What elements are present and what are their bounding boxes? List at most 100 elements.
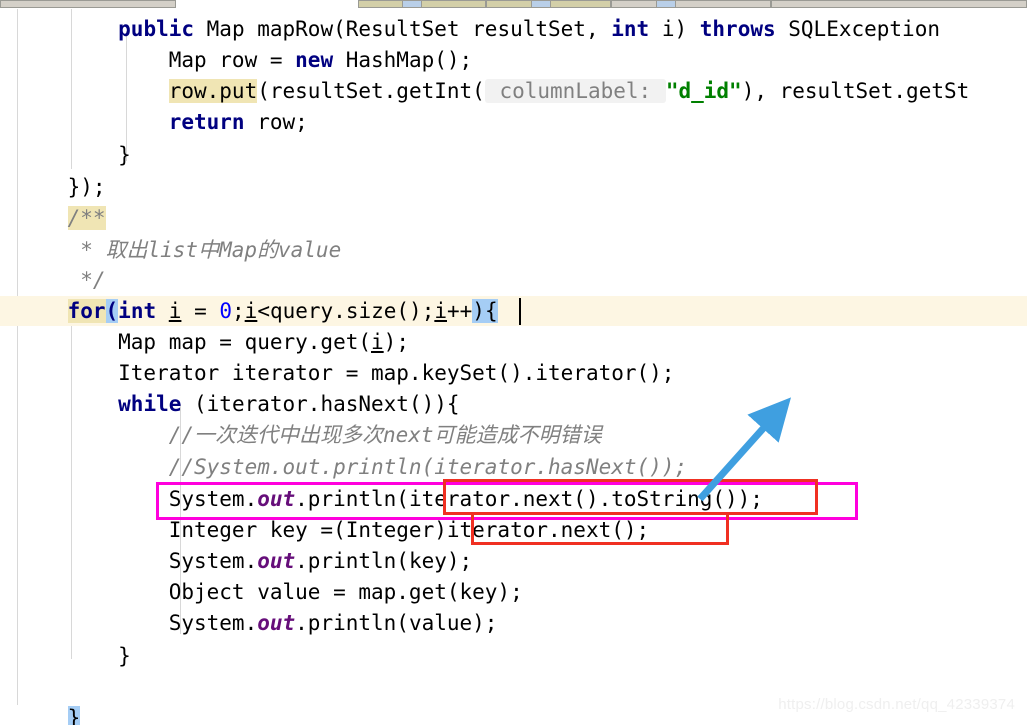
code-field: out [257,487,296,511]
code-line[interactable]: */ [0,265,1027,295]
toolbar-segment-gray-3[interactable] [771,0,1027,8]
code-text: SQLException [775,17,940,41]
usage-highlight: row.put [168,79,258,103]
line-return-row: return row; [17,107,308,137]
code-line[interactable]: Object value = map.get(key); [0,577,1027,607]
code-text: Iterator iterator = map.keySet().iterato… [17,361,675,385]
line-javadoc-close: */ [17,265,105,295]
code-text: <query.size(); [257,299,435,323]
code-line[interactable]: } [0,641,1027,671]
toolbar-segment-tan-1[interactable] [358,0,486,8]
code-text: System. [17,549,258,573]
code-text: ++ [447,299,473,323]
code-text: } [17,644,131,668]
line-integer-key-cast: Integer key =(Integer)iterator.next(); [17,515,649,545]
code-line[interactable]: public Map mapRow(ResultSet resultSet, i… [0,14,1027,44]
line-javadoc-open: /** [17,203,106,233]
code-comment: * 取出list中Map的value [80,238,342,262]
code-line[interactable]: }); [0,172,1027,202]
code-text: (iterator.hasNext()){ [181,392,460,416]
parameter-hint: columnLabel: [484,79,666,103]
code-line[interactable]: row.put(resultSet.getInt( columnLabel: "… [0,76,1027,106]
code-line[interactable]: while (iterator.hasNext()){ [0,389,1027,419]
code-text: System. [17,611,258,635]
code-text: row; [244,110,308,134]
line-for-loop: for(int i = 0;i<query.size();i++){ [17,296,498,326]
bracket-match-highlight: ( [105,299,119,323]
code-text: .println(value); [295,611,498,635]
toolbar-strip [0,0,1027,9]
code-line[interactable]: for(int i = 0;i<query.size();i++){ [0,296,1027,326]
code-comment: //System.out.println(iterator.hasNext())… [168,455,688,479]
code-text: HashMap(); [333,48,473,72]
code-identifier: i [168,299,182,323]
code-field: out [257,611,296,635]
code-text: Integer key =(Integer)iterator.next(); [17,518,650,542]
line-map-get: Map map = query.get(i); [17,327,409,357]
line-comment-next-warning: //一次迭代中出现多次next可能造成不明错误 [17,420,602,450]
code-line[interactable]: /** [0,203,1027,233]
code-text: = [181,299,220,323]
toolbar-segment-gray-2[interactable] [611,0,771,8]
code-keyword: return [168,110,245,134]
toolbar-handle-blue-1[interactable] [402,0,422,8]
code-line[interactable]: Map map = query.get(i); [0,327,1027,357]
code-text: ), resultSet.getSt [741,79,970,103]
code-identifier: i [371,330,384,354]
line-object-value: Object value = map.get(key); [17,577,523,607]
code-line[interactable]: Iterator iterator = map.keySet().iterato… [0,358,1027,388]
code-line[interactable]: } [0,140,1027,170]
code-line[interactable]: Integer key =(Integer)iterator.next(); [0,515,1027,545]
line-map-row-new: Map row = new HashMap(); [17,45,472,75]
brace-match-highlight: } [67,706,81,725]
line-javadoc-body: * 取出list中Map的value [17,235,341,265]
code-identifier: i [244,299,258,323]
code-line[interactable]: System.out.println(value); [0,608,1027,638]
code-text: System. [17,487,258,511]
code-comment-highlighted: /** [67,206,106,230]
bracket-match-highlight: { [484,299,498,323]
code-text: (resultSet.getInt( [257,79,485,103]
code-line[interactable]: //一次迭代中出现多次next可能造成不明错误 [0,420,1027,450]
code-number: 0 [219,299,233,323]
code-line[interactable]: System.out.println(key); [0,546,1027,576]
code-text: } [17,143,131,167]
line-println-tostring: System.out.println(iterator.next().toStr… [17,484,763,514]
code-text: ; [232,299,245,323]
code-line[interactable]: Map row = new HashMap(); [0,45,1027,75]
line-close-for: } [17,703,81,725]
line-while-hasnext: while (iterator.hasNext()){ [17,389,460,419]
code-identifier: i [434,299,447,323]
toolbar-segment-gray-1[interactable] [0,0,176,8]
line-close-inner-brace: } [17,140,131,170]
toolbar-handle-blue-3[interactable] [656,0,676,8]
code-line[interactable]: return row; [0,107,1027,137]
code-text: ); [383,330,409,354]
code-keyword: new [295,48,334,72]
line-println-key: System.out.println(key); [17,546,472,576]
toolbar-handle-blue-2[interactable] [531,0,551,8]
code-text: .println(iterator.next().toString()); [295,487,763,511]
code-editor-canvas[interactable]: public Map mapRow(ResultSet resultSet, i… [0,9,1027,725]
code-text: }); [17,175,106,199]
bracket-match-highlight: ) [472,299,485,323]
line-row-put: row.put(resultSet.getInt( columnLabel: "… [17,76,969,106]
code-text: Object value = map.get(key); [17,580,523,604]
code-line[interactable]: * 取出list中Map的value [0,235,1027,265]
code-keyword: while [118,392,182,416]
code-line[interactable]: //System.out.println(iterator.hasNext())… [0,452,1027,482]
code-text: i) [649,17,700,41]
code-keyword: int [611,17,650,41]
code-keyword: throws [699,17,776,41]
code-line[interactable]: System.out.println(iterator.next().toStr… [0,484,1027,514]
code-text: .println(key); [295,549,473,573]
line-iterator-decl: Iterator iterator = map.keySet().iterato… [17,358,674,388]
